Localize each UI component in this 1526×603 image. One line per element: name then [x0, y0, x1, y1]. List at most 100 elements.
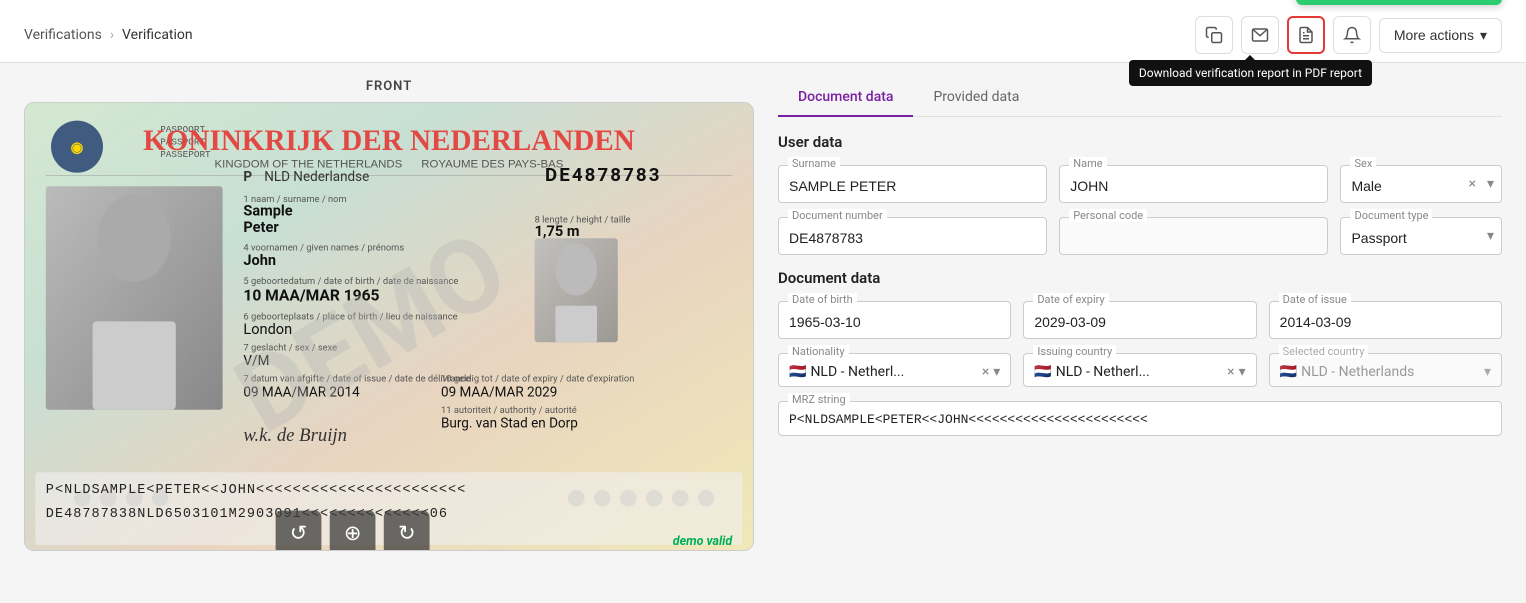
issue-input[interactable]	[1269, 301, 1502, 339]
pdf-button[interactable]	[1287, 16, 1325, 54]
svg-text:P<NLDSAMPLE<PETER<<JOHN<<<<<<<: P<NLDSAMPLE<PETER<<JOHN<<<<<<<<<<<<<<<<<…	[46, 483, 467, 498]
svg-text:09 MAA/MAR 2029: 09 MAA/MAR 2029	[441, 384, 557, 400]
personal-code-input[interactable]	[1059, 217, 1328, 255]
document-data-row-2: Nationality 🇳🇱 NLD - Netherl... × ▾ Issu…	[778, 353, 1502, 387]
expiry-field-group: Date of expiry	[1023, 301, 1256, 339]
selected-country-field-group: Selected country 🇳🇱 NLD - Netherlands ▾	[1269, 353, 1502, 387]
sex-select[interactable]: MaleFemale	[1340, 165, 1502, 203]
svg-text:KONINKRIJK DER NEDERLANDEN: KONINKRIJK DER NEDERLANDEN	[143, 125, 635, 157]
selected-country-value: NLD - Netherlands	[1301, 364, 1480, 380]
svg-text:Peter: Peter	[243, 219, 279, 236]
user-data-row-1: Surname Name Sex MaleFemale × ▾	[778, 165, 1502, 203]
issuing-country-select[interactable]: 🇳🇱 NLD - Netherl... × ▾	[1023, 353, 1256, 387]
svg-text:11 autoriteit / authority / au: 11 autoriteit / authority / autorité	[441, 405, 577, 416]
more-actions-button[interactable]: More actions ▾	[1379, 18, 1502, 53]
document-number-field-group: Document number	[778, 217, 1047, 255]
copy-button[interactable]	[1195, 16, 1233, 54]
document-panel: FRONT	[24, 79, 754, 587]
issuing-country-clear-icon[interactable]: ×	[1227, 364, 1234, 380]
svg-text:Burg. van Stad en Dorp: Burg. van Stad en Dorp	[441, 415, 578, 431]
name-field-group: Name	[1059, 165, 1328, 203]
issuing-country-chevron-icon[interactable]: ▾	[1239, 364, 1246, 380]
document-type-field-group: Document type PassportID Card ▾	[1340, 217, 1502, 255]
mrz-input[interactable]	[778, 401, 1502, 436]
issuing-country-value: NLD - Netherl...	[1056, 364, 1223, 380]
toast-notification: ✓ Verification was approved.	[1296, 0, 1502, 5]
breadcrumb-parent[interactable]: Verifications	[24, 27, 102, 43]
dob-field-group: Date of birth	[778, 301, 1011, 339]
nationality-clear-icon[interactable]: ×	[982, 364, 989, 380]
email-button[interactable]	[1241, 16, 1279, 54]
top-actions: ✓ Verification was approved. Download ve…	[1195, 16, 1502, 54]
svg-text:10 geldig tot / date of expiry: 10 geldig tot / date of expiry / date d'…	[441, 374, 634, 385]
nationality-label: Nationality	[788, 345, 849, 358]
nationality-select[interactable]: 🇳🇱 NLD - Netherl... × ▾	[778, 353, 1011, 387]
data-panel: Document data Provided data User data Su…	[754, 79, 1502, 587]
mrz-section: MRZ string	[778, 401, 1502, 436]
document-data-title: Document data	[778, 269, 1502, 287]
nationality-field-group: Nationality 🇳🇱 NLD - Netherl... × ▾	[778, 353, 1011, 387]
personal-code-field-group: Personal code	[1059, 217, 1328, 255]
issuing-country-flag: 🇳🇱	[1034, 364, 1051, 380]
document-type-select[interactable]: PassportID Card	[1340, 217, 1502, 255]
svg-text:John: John	[243, 252, 276, 269]
document-number-label: Document number	[788, 209, 887, 222]
tab-provided-data[interactable]: Provided data	[913, 79, 1039, 117]
user-data-row-2: Document number Personal code Document t…	[778, 217, 1502, 255]
issuing-country-field-group: Issuing country 🇳🇱 NLD - Netherl... × ▾	[1023, 353, 1256, 387]
sex-label: Sex	[1350, 157, 1376, 170]
breadcrumb-separator: ›	[110, 27, 114, 43]
name-label: Name	[1069, 157, 1106, 170]
nationality-controls: × ▾	[982, 364, 1001, 380]
expiry-label: Date of expiry	[1033, 293, 1108, 306]
user-data-title: User data	[778, 133, 1502, 151]
sex-clear-icon[interactable]: ×	[1469, 176, 1476, 192]
notifications-button[interactable]	[1333, 16, 1371, 54]
document-type-select-wrapper: PassportID Card ▾	[1340, 217, 1502, 255]
personal-code-label: Personal code	[1069, 209, 1147, 222]
selected-country-select[interactable]: 🇳🇱 NLD - Netherlands ▾	[1269, 353, 1502, 387]
document-number-input[interactable]	[778, 217, 1047, 255]
breadcrumb: Verifications › Verification	[24, 27, 193, 43]
svg-text:P: P	[243, 169, 252, 185]
svg-text:◉: ◉	[71, 139, 84, 156]
document-data-row-1: Date of birth Date of expiry Date of iss…	[778, 301, 1502, 339]
top-bar: Verifications › Verification ✓ Verificat…	[0, 0, 1526, 63]
nationality-chevron-icon[interactable]: ▾	[993, 364, 1000, 380]
name-input[interactable]	[1059, 165, 1328, 203]
surname-label: Surname	[788, 157, 840, 170]
more-actions-label: More actions	[1394, 27, 1474, 43]
selected-country-chevron-icon[interactable]: ▾	[1484, 364, 1491, 380]
pdf-tooltip: Download verification report in PDF repo…	[1129, 60, 1372, 86]
dob-label: Date of birth	[788, 293, 857, 306]
svg-text:↺: ↺	[290, 522, 307, 546]
nationality-flag: 🇳🇱	[789, 364, 806, 380]
sex-select-wrapper: MaleFemale × ▾	[1340, 165, 1502, 203]
svg-text:⊕: ⊕	[344, 522, 361, 546]
selected-country-flag: 🇳🇱	[1280, 364, 1297, 380]
chevron-down-icon: ▾	[1480, 27, 1487, 44]
issue-field-group: Date of issue	[1269, 301, 1502, 339]
passport-image: ◉ PASPOORT PASSPORT PASSEPORT KONINKRIJK…	[25, 103, 753, 550]
issuing-country-label: Issuing country	[1033, 345, 1116, 358]
expiry-input[interactable]	[1023, 301, 1256, 339]
svg-text:↻: ↻	[398, 522, 415, 546]
sex-field-group: Sex MaleFemale × ▾	[1340, 165, 1502, 203]
breadcrumb-current: Verification	[122, 27, 193, 43]
surname-input[interactable]	[778, 165, 1047, 203]
svg-text:1,75 m: 1,75 m	[535, 223, 580, 240]
mrz-field-group: MRZ string	[778, 401, 1502, 436]
svg-text:DE4878783: DE4878783	[545, 164, 662, 186]
dob-input[interactable]	[778, 301, 1011, 339]
svg-text:NLD Nederlandse: NLD Nederlandse	[264, 169, 369, 185]
document-label: FRONT	[24, 79, 754, 94]
mrz-label: MRZ string	[788, 393, 850, 406]
nationality-value: NLD - Netherl...	[810, 364, 977, 380]
svg-text:demo valid: demo valid	[673, 534, 734, 549]
surname-field-group: Surname	[778, 165, 1047, 203]
document-image-wrapper: ◉ PASPOORT PASSPORT PASSEPORT KONINKRIJK…	[24, 102, 754, 551]
selected-country-controls: ▾	[1484, 364, 1491, 380]
issuing-country-controls: × ▾	[1227, 364, 1246, 380]
issue-label: Date of issue	[1279, 293, 1351, 306]
tab-document-data[interactable]: Document data	[778, 79, 913, 117]
